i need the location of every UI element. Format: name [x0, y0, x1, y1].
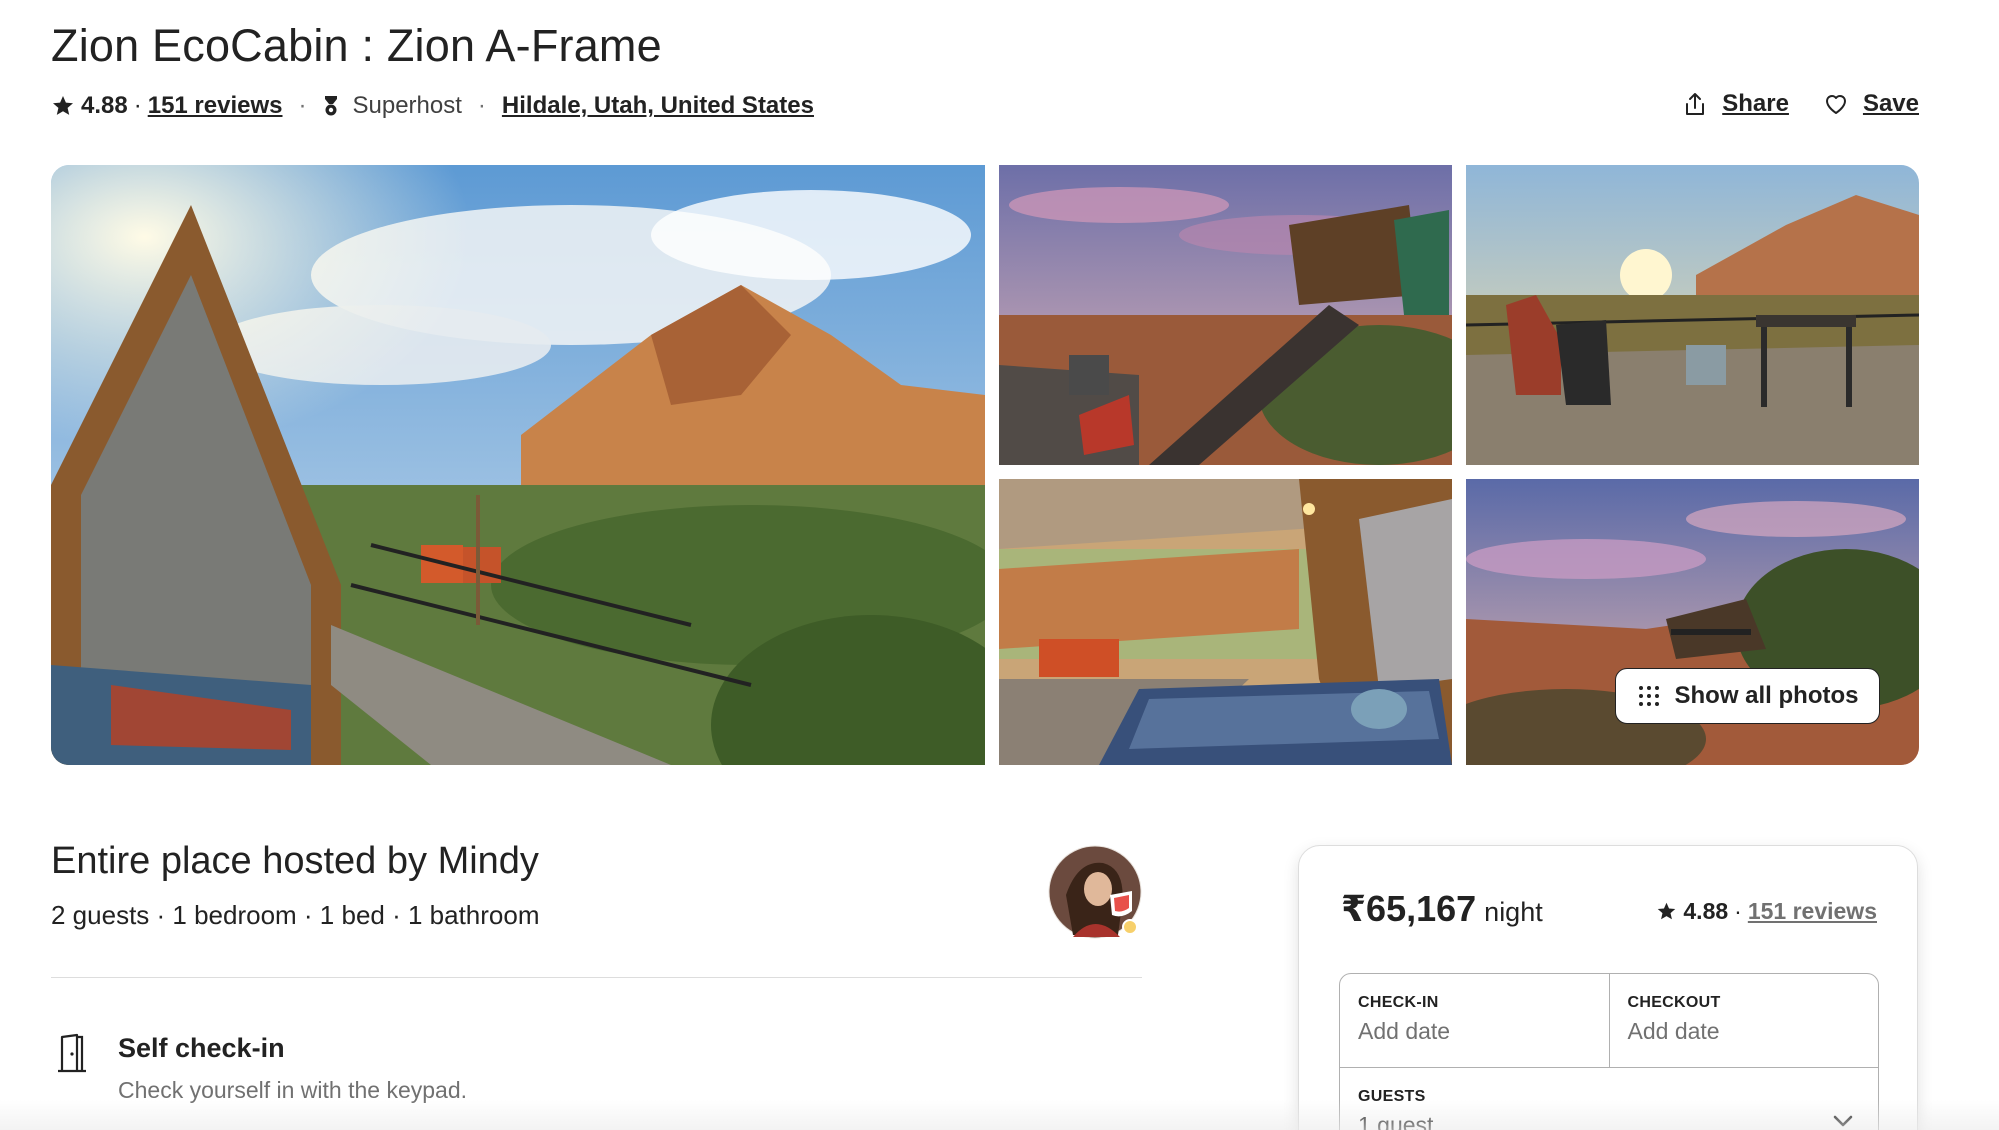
date-row: CHECK-IN Add date CHECKOUT Add date — [1340, 974, 1878, 1068]
superhost-medal-icon — [324, 96, 337, 116]
a-frame-cabin-photo — [51, 165, 985, 765]
heart-icon — [1825, 95, 1846, 114]
price-row: ₹65,167 night — [1341, 888, 1543, 930]
bedroom-photo — [999, 479, 1452, 765]
door-icon — [58, 1033, 86, 1073]
grid-dots-icon — [1638, 686, 1659, 706]
share-button[interactable]: Share — [1682, 90, 1789, 118]
gallery-photo-bedroom[interactable] — [999, 479, 1452, 765]
nightly-price: ₹65,167 — [1341, 888, 1477, 929]
chevron-down-icon — [1833, 1115, 1853, 1127]
checkin-label: CHECK-IN — [1358, 994, 1439, 1011]
share-icon — [1686, 93, 1705, 115]
section-divider — [51, 977, 1142, 978]
feature-description: Check yourself in with the keypad. — [118, 1077, 468, 1103]
show-all-photos-label: Show all photos — [1674, 682, 1859, 709]
rating-separator: · — [133, 92, 142, 119]
booking-rating-separator: · — [1734, 898, 1742, 924]
checkin-field[interactable]: CHECK-IN Add date — [1340, 974, 1609, 1067]
listing-title: Zion EcoCabin : Zion A-Frame — [51, 20, 662, 71]
deck-view-photo — [1466, 165, 1919, 465]
meta-separator: · — [298, 92, 307, 119]
deck-stairs-photo — [999, 165, 1452, 465]
superhost-label: Superhost — [352, 92, 462, 119]
gallery-photo-deck[interactable] — [1466, 165, 1919, 465]
booking-rating: 4.88 · 151 reviews — [1656, 898, 1877, 925]
star-icon — [53, 96, 73, 115]
location-link[interactable]: Hildale, Utah, United States — [502, 92, 814, 120]
checkin-value: Add date — [1358, 1018, 1451, 1044]
save-button[interactable]: Save — [1823, 90, 1919, 118]
reservation-fields: CHECK-IN Add date CHECKOUT Add date GUES… — [1339, 973, 1879, 1130]
checkout-label: CHECKOUT — [1627, 994, 1721, 1011]
feature-title: Self check-in — [118, 1033, 285, 1063]
rating-value: 4.88 — [81, 92, 128, 119]
listing-meta: 4.88 · 151 reviews · Superhost · Hildale… — [51, 90, 814, 122]
booking-rating-value: 4.88 — [1683, 898, 1729, 924]
guests-dropdown[interactable]: GUESTS 1 guest — [1340, 1068, 1878, 1130]
price-unit: night — [1484, 897, 1543, 927]
listing-actions: Share Save — [1682, 90, 1919, 118]
main-photo[interactable] — [51, 165, 985, 765]
booking-reviews-link[interactable]: 151 reviews — [1748, 898, 1877, 925]
save-label: Save — [1862, 90, 1919, 117]
checkout-value: Add date — [1627, 1018, 1720, 1044]
host-heading: Entire place hosted by Mindy — [51, 840, 539, 882]
show-all-photos-button[interactable]: Show all photos — [1615, 668, 1880, 724]
booking-card: ₹65,167 night 4.88 · 151 reviews CHECK-I… — [1298, 845, 1918, 1130]
listing-capacity: 2 guests · 1 bedroom · 1 bed · 1 bathroo… — [51, 900, 540, 930]
host-avatar[interactable] — [1048, 845, 1143, 940]
star-icon — [1658, 902, 1676, 920]
share-label: Share — [1722, 90, 1789, 117]
guests-value: 1 guest — [1358, 1112, 1434, 1130]
gallery-photo-stairs[interactable] — [999, 165, 1452, 465]
reviews-link[interactable]: 151 reviews — [148, 92, 283, 120]
guests-label: GUESTS — [1358, 1088, 1426, 1105]
host-photo — [1048, 845, 1142, 939]
checkout-field[interactable]: CHECKOUT Add date — [1608, 974, 1879, 1067]
meta-separator: · — [477, 92, 486, 119]
